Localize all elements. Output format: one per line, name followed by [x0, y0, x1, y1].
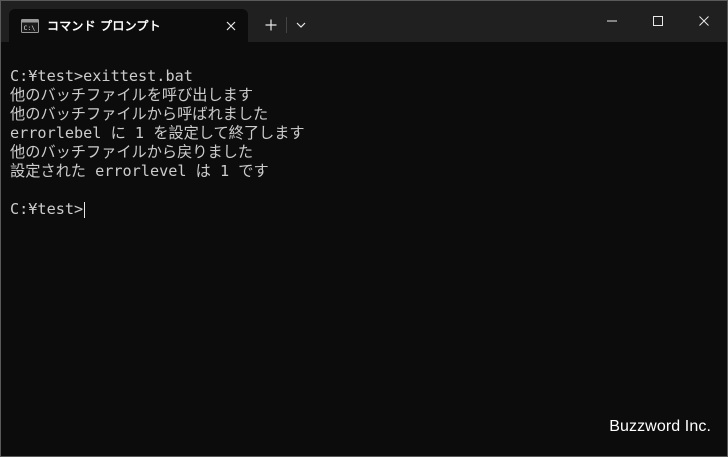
cmd-terminal-icon: C:\: [21, 18, 39, 33]
maximize-button[interactable]: [635, 1, 681, 41]
new-tab-button[interactable]: [260, 14, 282, 36]
tab-dropdown-button[interactable]: [290, 14, 312, 36]
minimize-button[interactable]: [589, 1, 635, 41]
terminal-prompt: C:¥test>: [10, 200, 84, 218]
terminal-line: 他のバッチファイルから呼ばれました: [10, 105, 269, 123]
close-icon: [226, 21, 236, 31]
terminal-line: errorlebel に 1 を設定して終了します: [10, 124, 305, 142]
close-tab-button[interactable]: [220, 15, 242, 37]
chevron-down-icon: [296, 22, 306, 28]
terminal-line: C:¥test>exittest.bat: [10, 67, 193, 85]
tab-title: コマンド プロンプト: [47, 19, 161, 33]
text-cursor: [84, 201, 86, 218]
minimize-icon: [607, 20, 617, 22]
watermark: Buzzword Inc.: [609, 418, 711, 435]
terminal-line: 他のバッチファイルを呼び出します: [10, 86, 253, 104]
close-window-button[interactable]: [681, 1, 727, 41]
tab-separator: [286, 17, 287, 33]
close-icon: [699, 16, 709, 26]
terminal-prompt-line[interactable]: C:¥test>: [10, 200, 719, 219]
tab-command-prompt[interactable]: C:\ コマンド プロンプト: [9, 9, 248, 42]
title-bar: C:\ コマンド プロンプト: [1, 1, 727, 42]
terminal-line: 他のバッチファイルから戻りました: [10, 143, 253, 161]
terminal-output[interactable]: C:¥test>exittest.bat 他のバッチファイルを呼び出します 他の…: [10, 67, 719, 219]
maximize-icon: [653, 16, 663, 26]
terminal-line: 設定された errorlevel は 1 です: [10, 162, 269, 180]
terminal-window: C:\ コマンド プロンプト C:¥test>exittest.bat 他のバッ…: [0, 0, 728, 457]
plus-icon: [265, 19, 277, 31]
svg-text:C:\: C:\: [24, 24, 36, 32]
